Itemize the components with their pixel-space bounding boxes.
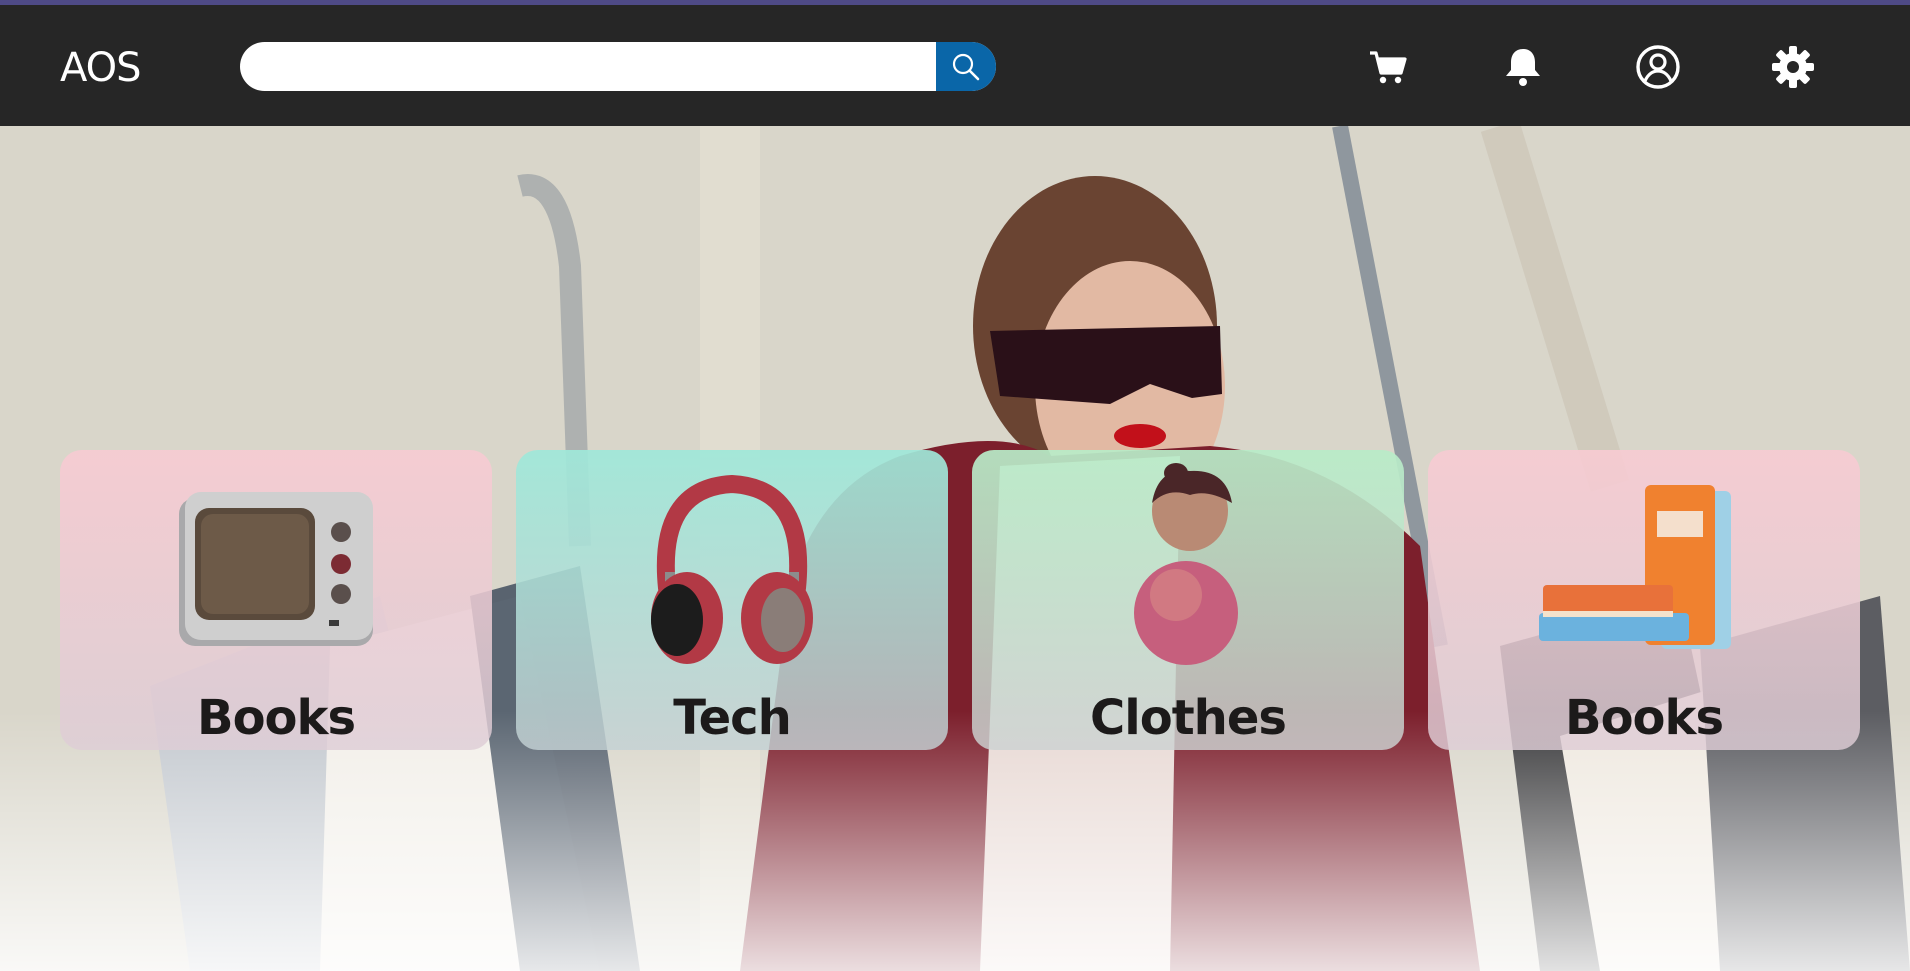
search-button[interactable] [936, 42, 996, 91]
category-label: Books [1564, 690, 1724, 746]
books-stack-icon [1539, 485, 1731, 649]
bell-icon [1506, 49, 1540, 86]
notifications-button[interactable] [1497, 41, 1549, 93]
category-art [516, 468, 948, 668]
retro-tv-icon [179, 492, 373, 646]
search-bar [240, 42, 996, 91]
search-icon [952, 53, 980, 80]
search-input[interactable] [240, 42, 936, 91]
category-card-books[interactable]: Books [60, 450, 492, 750]
settings-icon [1772, 46, 1814, 88]
cart-icon [1370, 51, 1407, 84]
profile-button[interactable] [1632, 41, 1684, 93]
hero-banner: Books Tech Clothes Books [0, 126, 1910, 971]
user-icon [1636, 45, 1680, 89]
category-card-books-2[interactable]: Books [1428, 450, 1860, 750]
brand-logo[interactable]: AOS [60, 45, 142, 91]
cart-button[interactable] [1362, 41, 1414, 93]
category-art [1428, 468, 1860, 668]
category-label: Books [196, 690, 356, 746]
app-page: AOS Books Tech Clothes Books [0, 0, 1910, 971]
category-cards: Books Tech Clothes Books [0, 126, 1910, 971]
category-label: Tech [673, 690, 792, 746]
navbar: AOS [0, 5, 1910, 126]
category-label: Clothes [1090, 690, 1287, 746]
settings-button[interactable] [1767, 41, 1819, 93]
category-card-tech[interactable]: Tech [516, 450, 948, 750]
headphones-icon [651, 474, 813, 664]
abstract-figure-icon [1134, 463, 1238, 665]
category-art [972, 463, 1404, 668]
category-card-clothes[interactable]: Clothes [972, 450, 1404, 750]
category-art [60, 468, 492, 668]
